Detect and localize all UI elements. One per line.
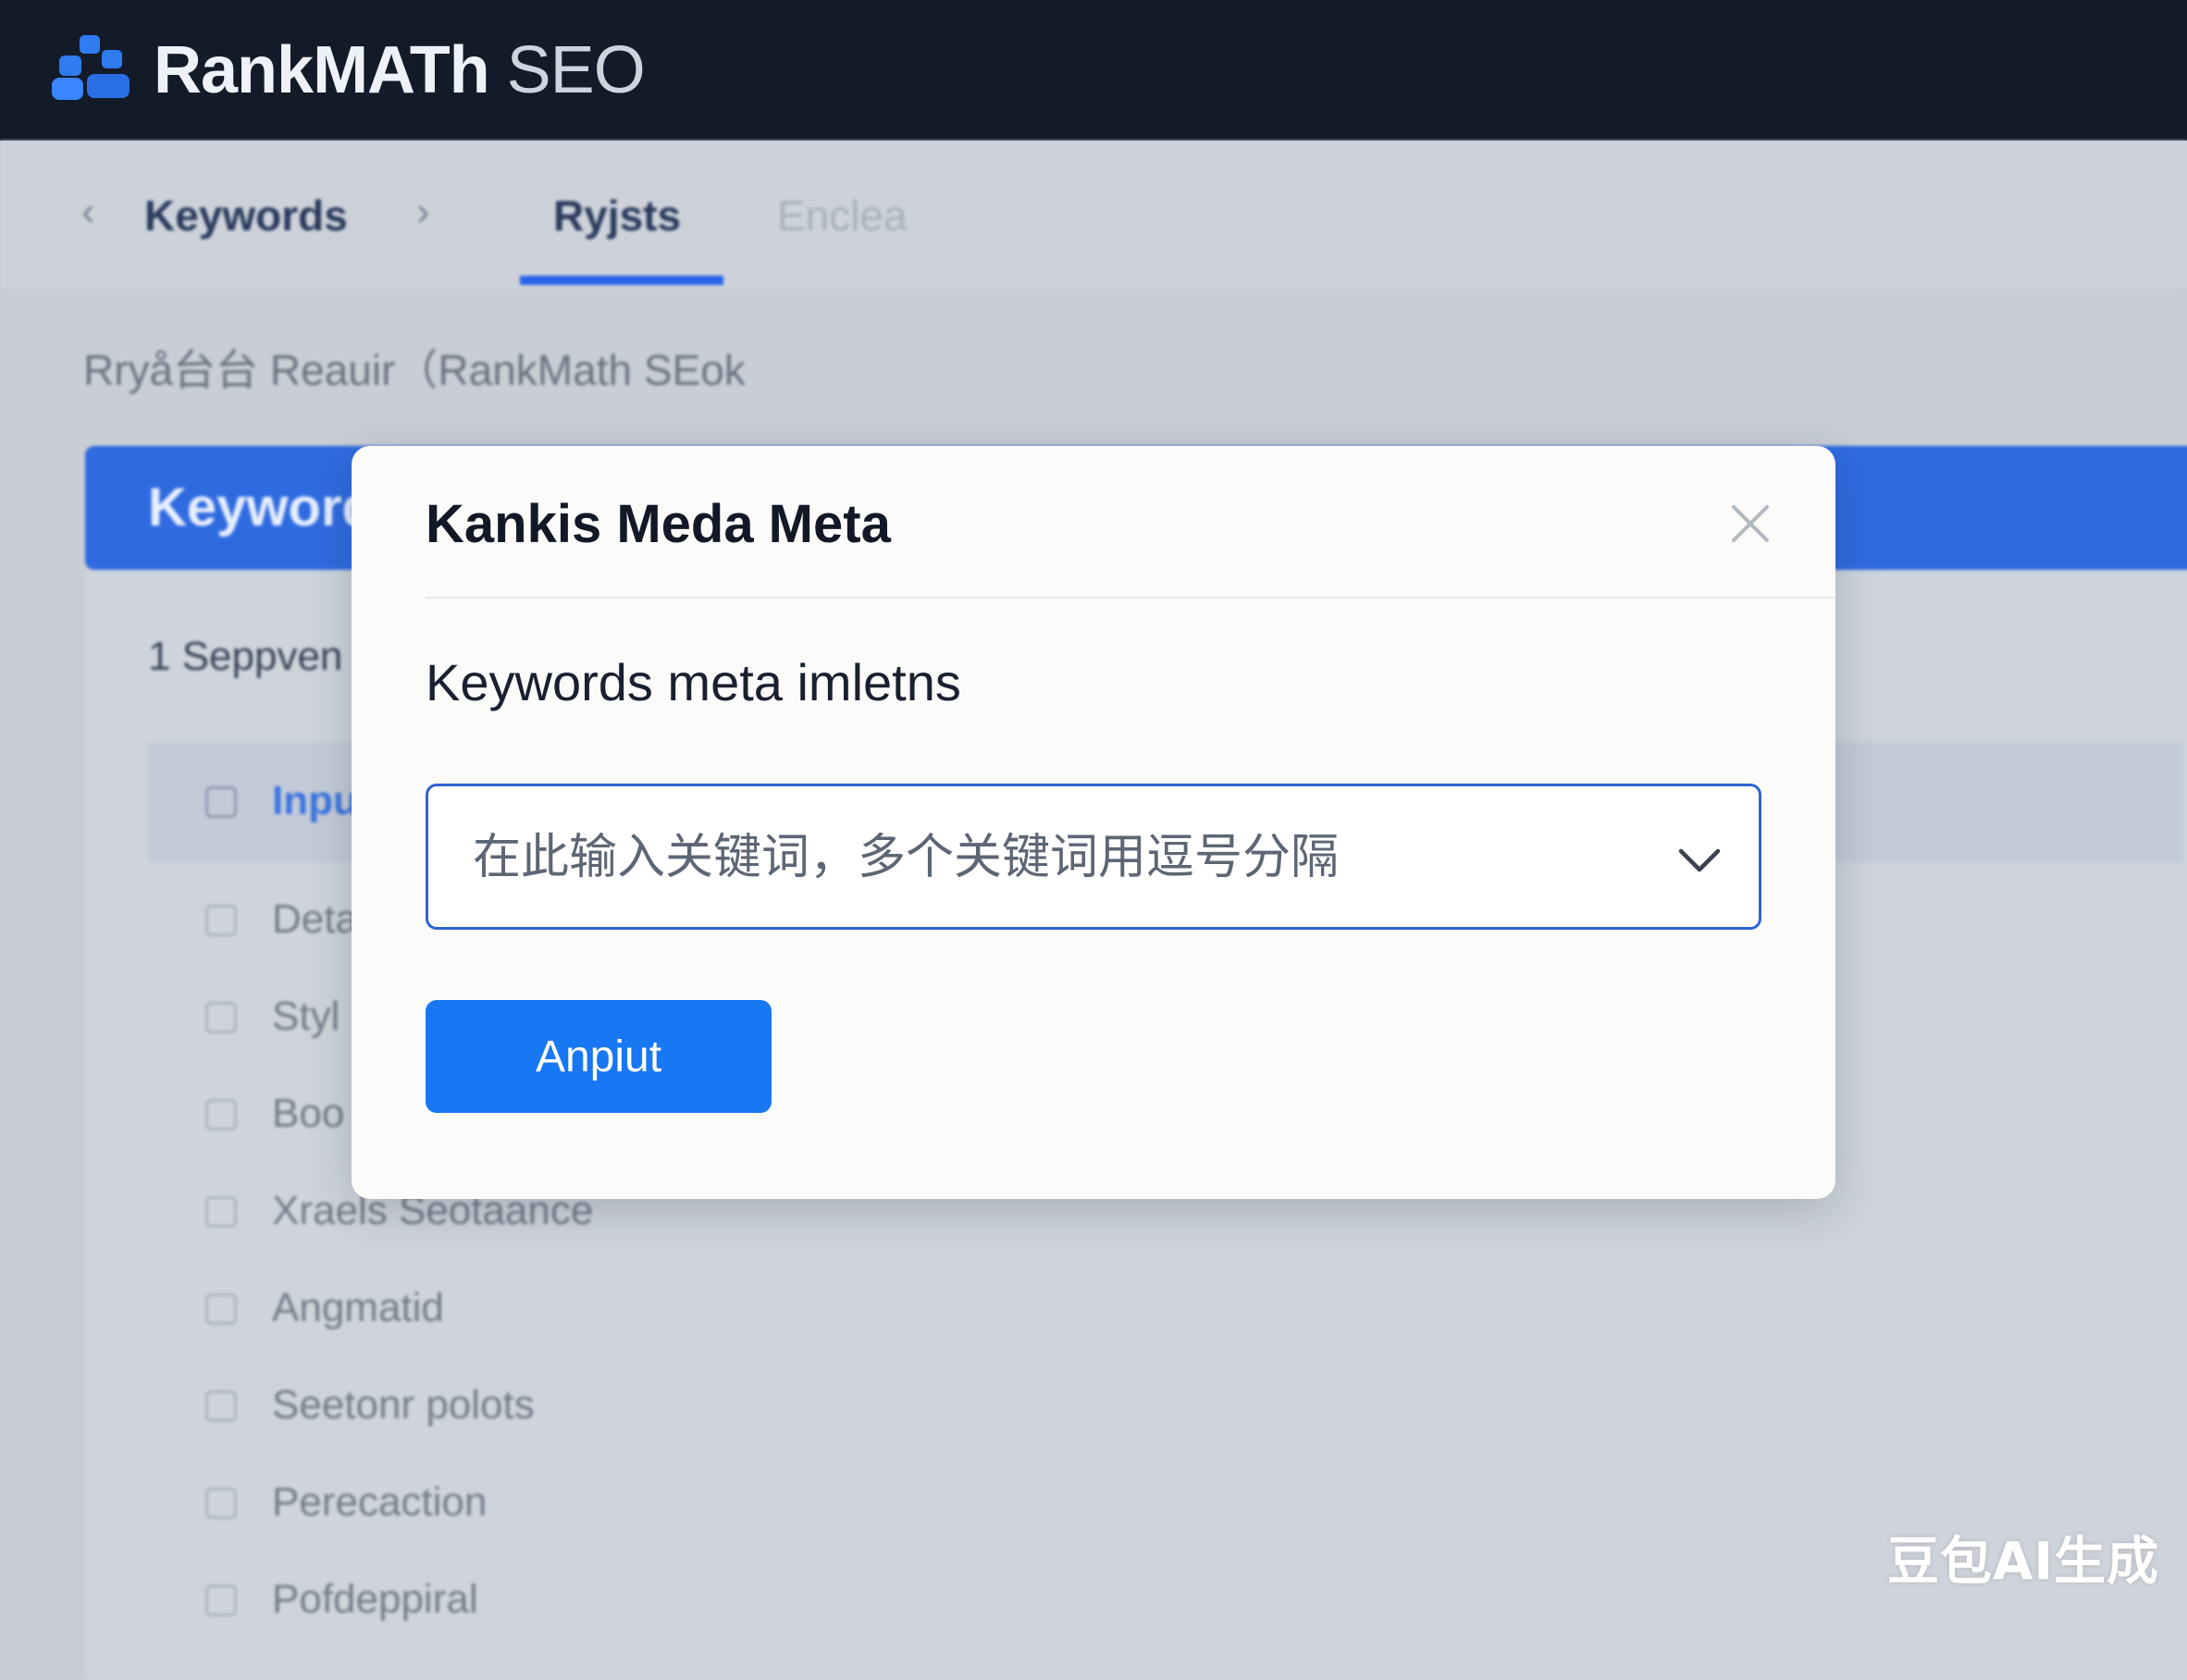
keywords-select-placeholder: 在此输入关键词，多个关键词用逗号分隔 <box>473 830 1340 885</box>
keywords-meta-modal: Kankis Meda Meta Keywords meta imletns 在… <box>352 446 1835 1199</box>
step-label: 1 Seppven <box>148 634 343 679</box>
apply-button[interactable]: Anpiut <box>426 1000 772 1113</box>
list-item[interactable]: Angmatid <box>148 1258 2183 1355</box>
keywords-select[interactable]: 在此输入关键词，多个关键词用逗号分隔 <box>426 784 1761 930</box>
checkbox[interactable] <box>205 1002 237 1033</box>
checkbox[interactable] <box>205 1390 237 1422</box>
list-item-label: Pofdeppiral <box>272 1576 478 1622</box>
checkbox[interactable] <box>205 1099 237 1130</box>
checkbox[interactable] <box>205 1293 237 1325</box>
active-tab-indicator <box>520 276 723 285</box>
brand-name: RankMATh SEO <box>154 33 646 107</box>
tab-keywords[interactable]: Keywords <box>144 191 348 241</box>
list-item[interactable]: Perecaction <box>148 1452 2183 1550</box>
list-item[interactable]: Seetonr polots <box>148 1355 2183 1452</box>
tab-bar: ‹ Keywords › Ryjsts Enclea <box>0 141 2187 289</box>
modal-title: Kankis Meda Meta <box>426 494 891 554</box>
list-item-label: Inpu <box>272 778 358 823</box>
ai-watermark: 豆包AI生成 <box>1887 1532 2160 1592</box>
close-icon[interactable] <box>1726 500 1774 548</box>
list-item-label: Boo <box>272 1091 345 1136</box>
checkbox[interactable] <box>205 786 237 818</box>
checkbox[interactable] <box>205 1488 237 1519</box>
chevron-left-icon[interactable]: ‹ <box>81 189 95 235</box>
section-header-label: Keyword <box>148 477 375 537</box>
list-item[interactable]: Pofdeppiral <box>148 1550 2183 1647</box>
chevron-down-icon[interactable] <box>1672 833 1727 888</box>
tab-ryjsts[interactable]: Ryjsts <box>553 191 681 241</box>
list-item-label: Seetonr polots <box>272 1382 535 1427</box>
list-item-label: Styl <box>272 994 340 1039</box>
app-header: RankMATh SEO <box>0 0 2187 141</box>
list-item-label: Angmatid <box>272 1285 444 1330</box>
checkbox[interactable] <box>205 1196 237 1228</box>
checkbox[interactable] <box>205 1585 237 1616</box>
tab-enclea[interactable]: Enclea <box>777 191 908 241</box>
rankmath-logo-icon <box>52 35 130 100</box>
page-title: Rryå台台 Reauir（RankMath SEok <box>83 346 746 394</box>
keywords-field-label: Keywords meta imletns <box>426 653 961 711</box>
chevron-right-icon[interactable]: › <box>416 189 430 235</box>
list-item-label: Perecaction <box>272 1479 488 1525</box>
modal-divider <box>426 597 1835 599</box>
list-item-label: Deta <box>272 896 358 942</box>
checkbox[interactable] <box>205 905 237 936</box>
